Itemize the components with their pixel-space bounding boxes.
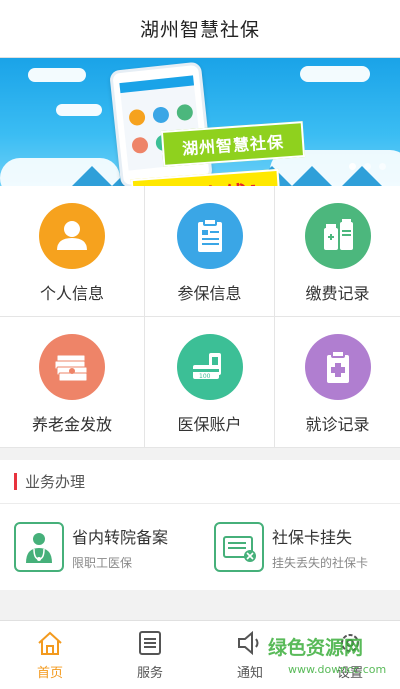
- watermark-url: www.downcc.com: [288, 663, 387, 676]
- grid-item-pension[interactable]: 养老金发放: [0, 317, 145, 448]
- phone-illustration: [109, 61, 213, 186]
- business-item-transfer-filing[interactable]: 省内转院备案 限职工医保: [0, 504, 200, 590]
- grid-item-personal-info[interactable]: 个人信息: [0, 186, 145, 317]
- list-icon: [139, 630, 161, 655]
- page-title: 湖州智慧社保: [139, 19, 260, 41]
- business-item-subtitle: 限职工医保: [72, 555, 133, 570]
- header: 湖州智慧社保: [0, 0, 400, 58]
- card-report-icon: [214, 522, 264, 572]
- business-item-text: 社保卡挂失 挂失丢失的社保卡: [272, 524, 368, 571]
- carousel-dot[interactable]: [379, 163, 386, 170]
- grid-item-medical-account[interactable]: 100 医保账户: [145, 317, 275, 448]
- tab-services[interactable]: 服务: [100, 621, 200, 689]
- grid-item-label: 养老金发放: [31, 415, 112, 434]
- cloud-decoration: [300, 66, 370, 82]
- medical-record-icon: [304, 334, 371, 400]
- hill-decoration: [70, 166, 114, 186]
- business-list: 省内转院备案 限职工医保 社保卡挂失 挂失丢失的社保卡: [0, 504, 400, 590]
- doctor-icon: [14, 522, 64, 572]
- banner-line1: 湖州智慧社保: [181, 132, 285, 159]
- home-icon: [38, 631, 62, 655]
- watermark-name: 绿色资源网: [268, 637, 364, 659]
- grid-item-label: 医保账户: [177, 415, 242, 434]
- speaker-icon: [238, 630, 259, 655]
- section-header: 业务办理: [0, 460, 400, 504]
- business-item-title: 社保卡挂失: [272, 527, 353, 547]
- person-icon: [39, 203, 105, 269]
- section-marker: [14, 473, 17, 490]
- section-title: 业务办理: [25, 473, 86, 491]
- tab-home[interactable]: 首页: [0, 621, 100, 689]
- hill-decoration: [290, 166, 334, 186]
- feature-grid: 个人信息 参保信息 缴费记录 养老金发放 100 医保账户 就诊记录: [0, 186, 400, 448]
- grid-item-label: 就诊记录: [305, 415, 370, 434]
- tab-label: 通知: [236, 665, 263, 681]
- tab-label: 服务: [136, 665, 163, 681]
- promo-banner[interactable]: 湖州智慧社保 全新上线!: [0, 58, 400, 186]
- medicine-bottles-icon: [304, 203, 371, 269]
- business-section: 业务办理 省内转院备案 限职工医保 社保卡挂失 挂失丢失的社保卡: [0, 460, 400, 590]
- business-item-subtitle: 挂失丢失的社保卡: [272, 555, 369, 570]
- card-payment-icon: 100: [176, 334, 243, 400]
- carousel-dot[interactable]: [364, 163, 371, 170]
- grid-item-label: 缴费记录: [305, 284, 370, 303]
- money-stack-icon: [39, 334, 105, 400]
- tab-label: 首页: [36, 665, 63, 681]
- business-item-text: 省内转院备案 限职工医保: [72, 524, 168, 571]
- grid-item-label: 参保信息: [177, 284, 242, 303]
- carousel-dot[interactable]: [349, 163, 356, 170]
- app-screen: 湖州智慧社保 湖州智慧社保 全新上线!: [0, 0, 400, 689]
- grid-item-visit-records[interactable]: 就诊记录: [275, 317, 400, 448]
- grid-item-label: 个人信息: [39, 284, 104, 303]
- carousel-dots: [349, 163, 386, 170]
- cloud-decoration: [28, 68, 86, 82]
- svg-text:100: 100: [199, 373, 211, 380]
- banner-line2: 全新上线!: [151, 174, 261, 186]
- clipboard-icon: [176, 203, 243, 269]
- grid-item-payment-records[interactable]: 缴费记录: [275, 186, 400, 317]
- business-item-title: 省内转院备案: [72, 527, 169, 547]
- watermark: 绿色资源网 www.downcc.com: [262, 633, 392, 685]
- business-item-card-loss[interactable]: 社保卡挂失 挂失丢失的社保卡: [200, 504, 400, 590]
- grid-item-insurance-info[interactable]: 参保信息: [145, 186, 275, 317]
- cloud-decoration: [56, 104, 102, 116]
